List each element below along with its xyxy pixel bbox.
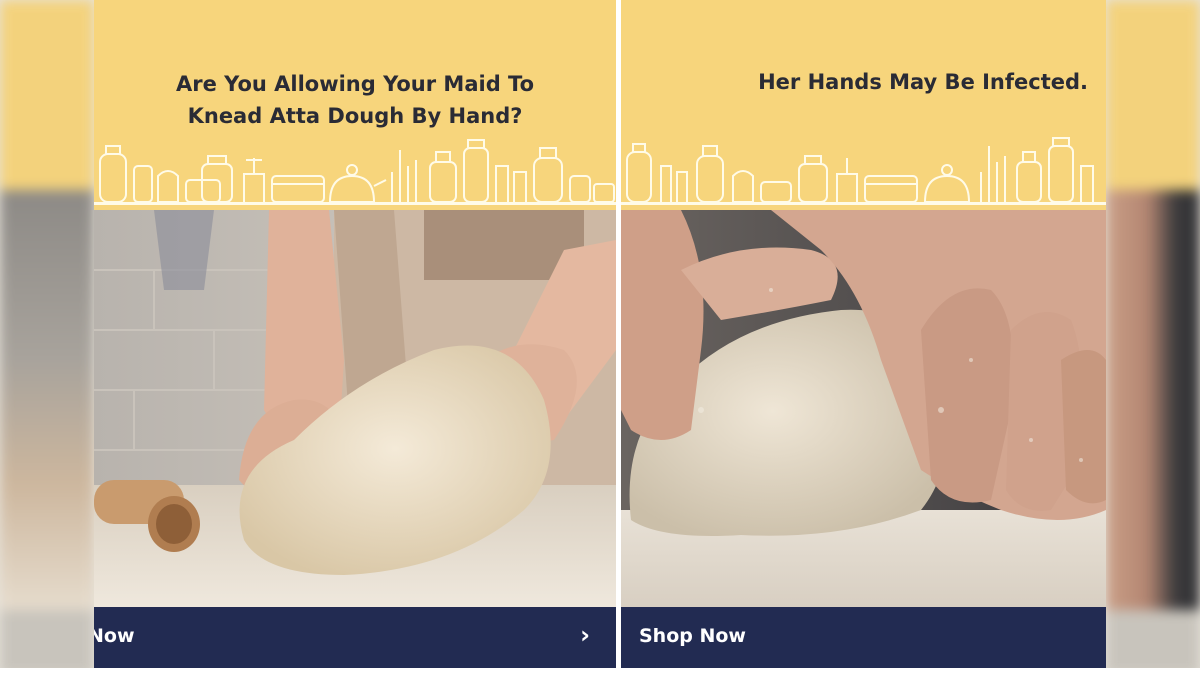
headline: Are You Allowing Your Maid To Knead Atta… bbox=[94, 68, 616, 132]
chevron-right-icon[interactable]: › bbox=[580, 621, 590, 649]
shop-now-label[interactable]: Shop Now bbox=[639, 625, 746, 647]
kitchen-jars-illustration bbox=[626, 137, 1094, 203]
banner-header: Are You Allowing Your Maid To Knead Atta… bbox=[94, 0, 616, 210]
shop-now-bar[interactable]: Now › bbox=[94, 607, 616, 668]
shelf-line bbox=[621, 202, 1106, 205]
headline: Her Hands May Be Infected. bbox=[758, 70, 1088, 94]
shop-now-bar[interactable]: Shop Now bbox=[621, 607, 1106, 668]
blurred-backdrop-left bbox=[0, 0, 94, 675]
headline-line-2: Knead Atta Dough By Hand? bbox=[187, 104, 523, 128]
blurred-backdrop-right bbox=[1106, 0, 1200, 675]
ad-panel-left: Are You Allowing Your Maid To Knead Atta… bbox=[94, 0, 616, 668]
shelf-line bbox=[94, 202, 616, 205]
kitchen-jars-illustration bbox=[99, 139, 615, 203]
bottom-strip bbox=[0, 668, 1200, 675]
dough-closeup-photo bbox=[621, 210, 1106, 607]
shop-now-label[interactable]: Now bbox=[94, 625, 135, 647]
ad-panel-right: Her Hands May Be Infected. Shop Now bbox=[621, 0, 1106, 668]
dough-kneading-photo bbox=[94, 210, 616, 607]
headline-line-1: Are You Allowing Your Maid To bbox=[176, 72, 534, 96]
banner-header: Her Hands May Be Infected. bbox=[621, 0, 1106, 210]
